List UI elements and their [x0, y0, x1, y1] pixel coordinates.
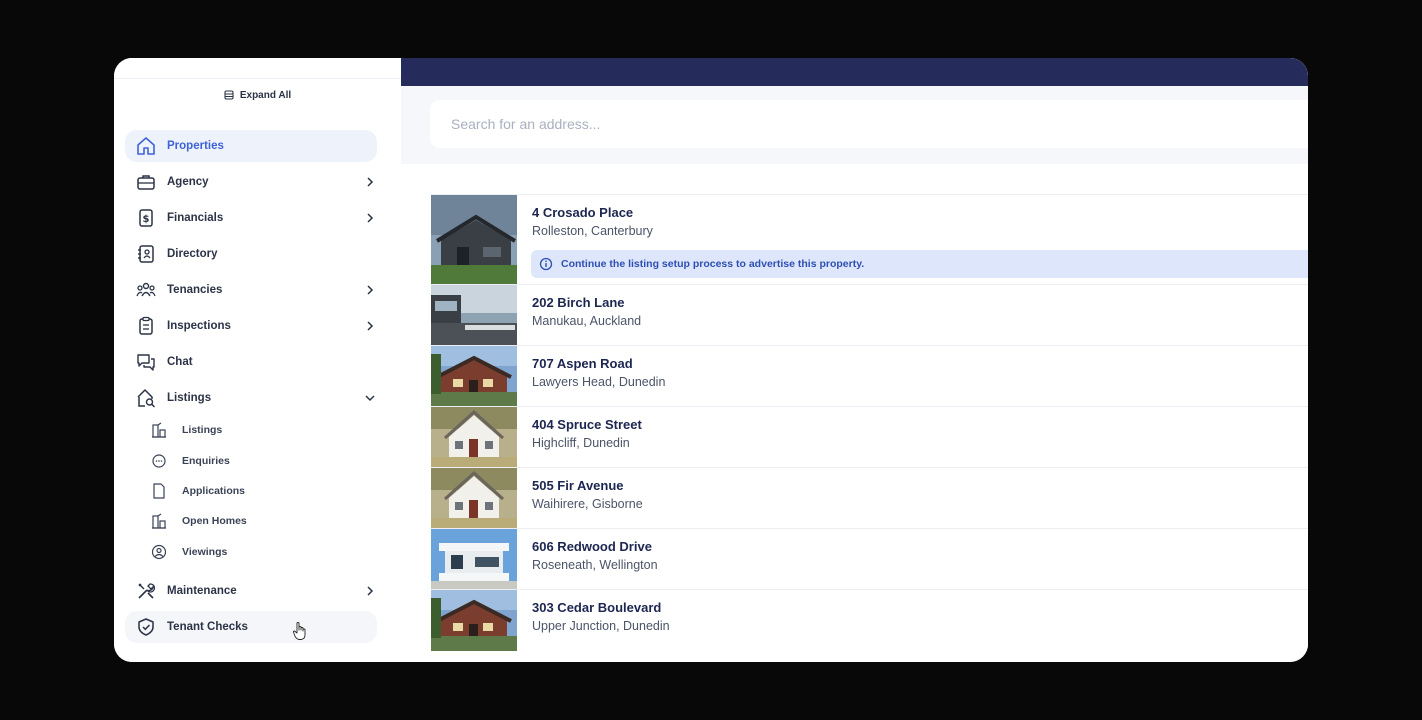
- address-book-icon: [135, 243, 157, 265]
- svg-text:$: $: [143, 214, 150, 225]
- sidebar-item-inspections[interactable]: Inspections: [125, 310, 377, 342]
- sidebar-item-label: Listings: [167, 392, 212, 404]
- sidebar-subitem-open-homes[interactable]: Open Homes: [150, 510, 370, 532]
- search-bar: [401, 86, 1308, 164]
- sidebar-item-label: Tenancies: [167, 284, 223, 296]
- property-row[interactable]: 505 Fir Avenue Waihirere, Gisborne: [431, 467, 1308, 529]
- sidebar-item-properties[interactable]: Properties: [125, 130, 377, 162]
- expand-icon: [224, 90, 234, 100]
- sidebar-item-tenant-checks[interactable]: Tenant Checks: [125, 611, 377, 643]
- property-suburb: Waihirere, Gisborne: [532, 497, 643, 511]
- info-icon: [539, 257, 553, 271]
- search-input[interactable]: [430, 100, 1308, 148]
- property-row[interactable]: 606 Redwood Drive Roseneath, Wellington: [431, 528, 1308, 590]
- speech-bubble-icon: [150, 452, 168, 470]
- sidebar-subitem-label: Enquiries: [182, 455, 230, 467]
- building-chart-icon: [150, 512, 168, 530]
- property-address: 4 Crosado Place: [532, 205, 634, 220]
- property-address: 505 Fir Avenue: [532, 478, 624, 493]
- sidebar-subitem-listings[interactable]: Listings: [150, 419, 370, 441]
- sidebar-item-agency[interactable]: Agency: [125, 166, 377, 198]
- listing-notice[interactable]: Continue the listing setup process to ad…: [531, 250, 1308, 278]
- chevron-right-icon: [367, 321, 374, 331]
- sidebar-subitem-label: Open Homes: [182, 515, 247, 527]
- sidebar: Expand All Properties Agency $ Financial…: [114, 58, 402, 662]
- property-thumbnail: [431, 590, 517, 651]
- property-thumbnail: [431, 346, 517, 407]
- sidebar-item-label: Financials: [167, 212, 224, 224]
- sidebar-subitem-label: Applications: [182, 485, 246, 497]
- dollar-document-icon: $: [135, 207, 157, 229]
- sidebar-subitem-label: Viewings: [182, 546, 228, 558]
- sidebar-item-label: Agency: [167, 176, 209, 188]
- sidebar-item-directory[interactable]: Directory: [125, 238, 377, 270]
- shield-check-icon: [135, 616, 157, 638]
- sidebar-item-label: Chat: [167, 356, 193, 368]
- property-thumbnail: [431, 195, 517, 285]
- property-row[interactable]: 404 Spruce Street Highcliff, Dunedin: [431, 406, 1308, 468]
- clipboard-icon: [135, 315, 157, 337]
- chevron-down-icon: [365, 395, 375, 402]
- home-icon: [135, 135, 157, 157]
- property-address: 707 Aspen Road: [532, 356, 633, 371]
- chat-bubbles-icon: [135, 351, 157, 373]
- property-row[interactable]: 707 Aspen Road Lawyers Head, Dunedin: [431, 345, 1308, 407]
- listing-notice-text: Continue the listing setup process to ad…: [561, 258, 865, 270]
- building-chart-icon: [150, 421, 168, 439]
- hand-cursor-icon: [293, 622, 306, 640]
- property-suburb: Roseneath, Wellington: [532, 558, 658, 572]
- property-suburb: Highcliff, Dunedin: [532, 436, 630, 450]
- property-suburb: Manukau, Auckland: [532, 314, 642, 328]
- briefcase-icon: [135, 171, 157, 193]
- expand-all-label: Expand All: [239, 89, 292, 101]
- property-address: 606 Redwood Drive: [532, 539, 652, 554]
- property-address: 202 Birch Lane: [532, 295, 625, 310]
- property-thumbnail: [431, 529, 517, 590]
- sidebar-item-label: Tenant Checks: [167, 621, 248, 633]
- user-circle-icon: [150, 543, 168, 561]
- property-suburb: Upper Junction, Dunedin: [532, 619, 670, 633]
- house-search-icon: [135, 387, 157, 409]
- tools-icon: [135, 580, 157, 602]
- property-thumbnail: [431, 407, 517, 468]
- sidebar-item-label: Properties: [167, 140, 224, 152]
- property-row[interactable]: 202 Birch Lane Manukau, Auckland: [431, 284, 1308, 346]
- sidebar-subitem-enquiries[interactable]: Enquiries: [150, 450, 370, 472]
- sidebar-item-chat[interactable]: Chat: [125, 346, 377, 378]
- property-suburb: Lawyers Head, Dunedin: [532, 375, 666, 389]
- expand-all-button[interactable]: Expand All: [114, 87, 401, 103]
- file-icon: [150, 482, 168, 500]
- property-address: 404 Spruce Street: [532, 417, 642, 432]
- chevron-right-icon: [367, 285, 374, 295]
- divider: [114, 78, 401, 79]
- chevron-right-icon: [367, 213, 374, 223]
- app-window: Expand All Properties Agency $ Financial…: [114, 58, 1308, 662]
- sidebar-subitem-label: Listings: [182, 424, 223, 436]
- sidebar-item-financials[interactable]: $ Financials: [125, 202, 377, 234]
- property-address: 303 Cedar Boulevard: [532, 600, 662, 615]
- sidebar-subitem-applications[interactable]: Applications: [150, 480, 370, 502]
- property-suburb: Rolleston, Canterbury: [532, 224, 653, 238]
- property-row[interactable]: 4 Crosado Place Rolleston, Canterbury Co…: [431, 194, 1308, 285]
- property-thumbnail: [431, 468, 517, 529]
- sidebar-item-label: Directory: [167, 248, 218, 260]
- chevron-right-icon: [367, 586, 374, 596]
- sidebar-subitem-viewings[interactable]: Viewings: [150, 541, 370, 563]
- property-thumbnail: [431, 285, 517, 346]
- sidebar-item-maintenance[interactable]: Maintenance: [125, 575, 377, 607]
- people-icon: [135, 279, 157, 301]
- sidebar-item-tenancies[interactable]: Tenancies: [125, 274, 377, 306]
- property-row[interactable]: 303 Cedar Boulevard Upper Junction, Dune…: [431, 589, 1308, 651]
- sidebar-item-label: Inspections: [167, 320, 231, 332]
- sidebar-item-label: Maintenance: [167, 585, 237, 597]
- chevron-right-icon: [367, 177, 374, 187]
- main-content: 4 Crosado Place Rolleston, Canterbury Co…: [401, 58, 1308, 662]
- sidebar-item-listings[interactable]: Listings: [125, 382, 377, 414]
- top-bar: [401, 58, 1308, 86]
